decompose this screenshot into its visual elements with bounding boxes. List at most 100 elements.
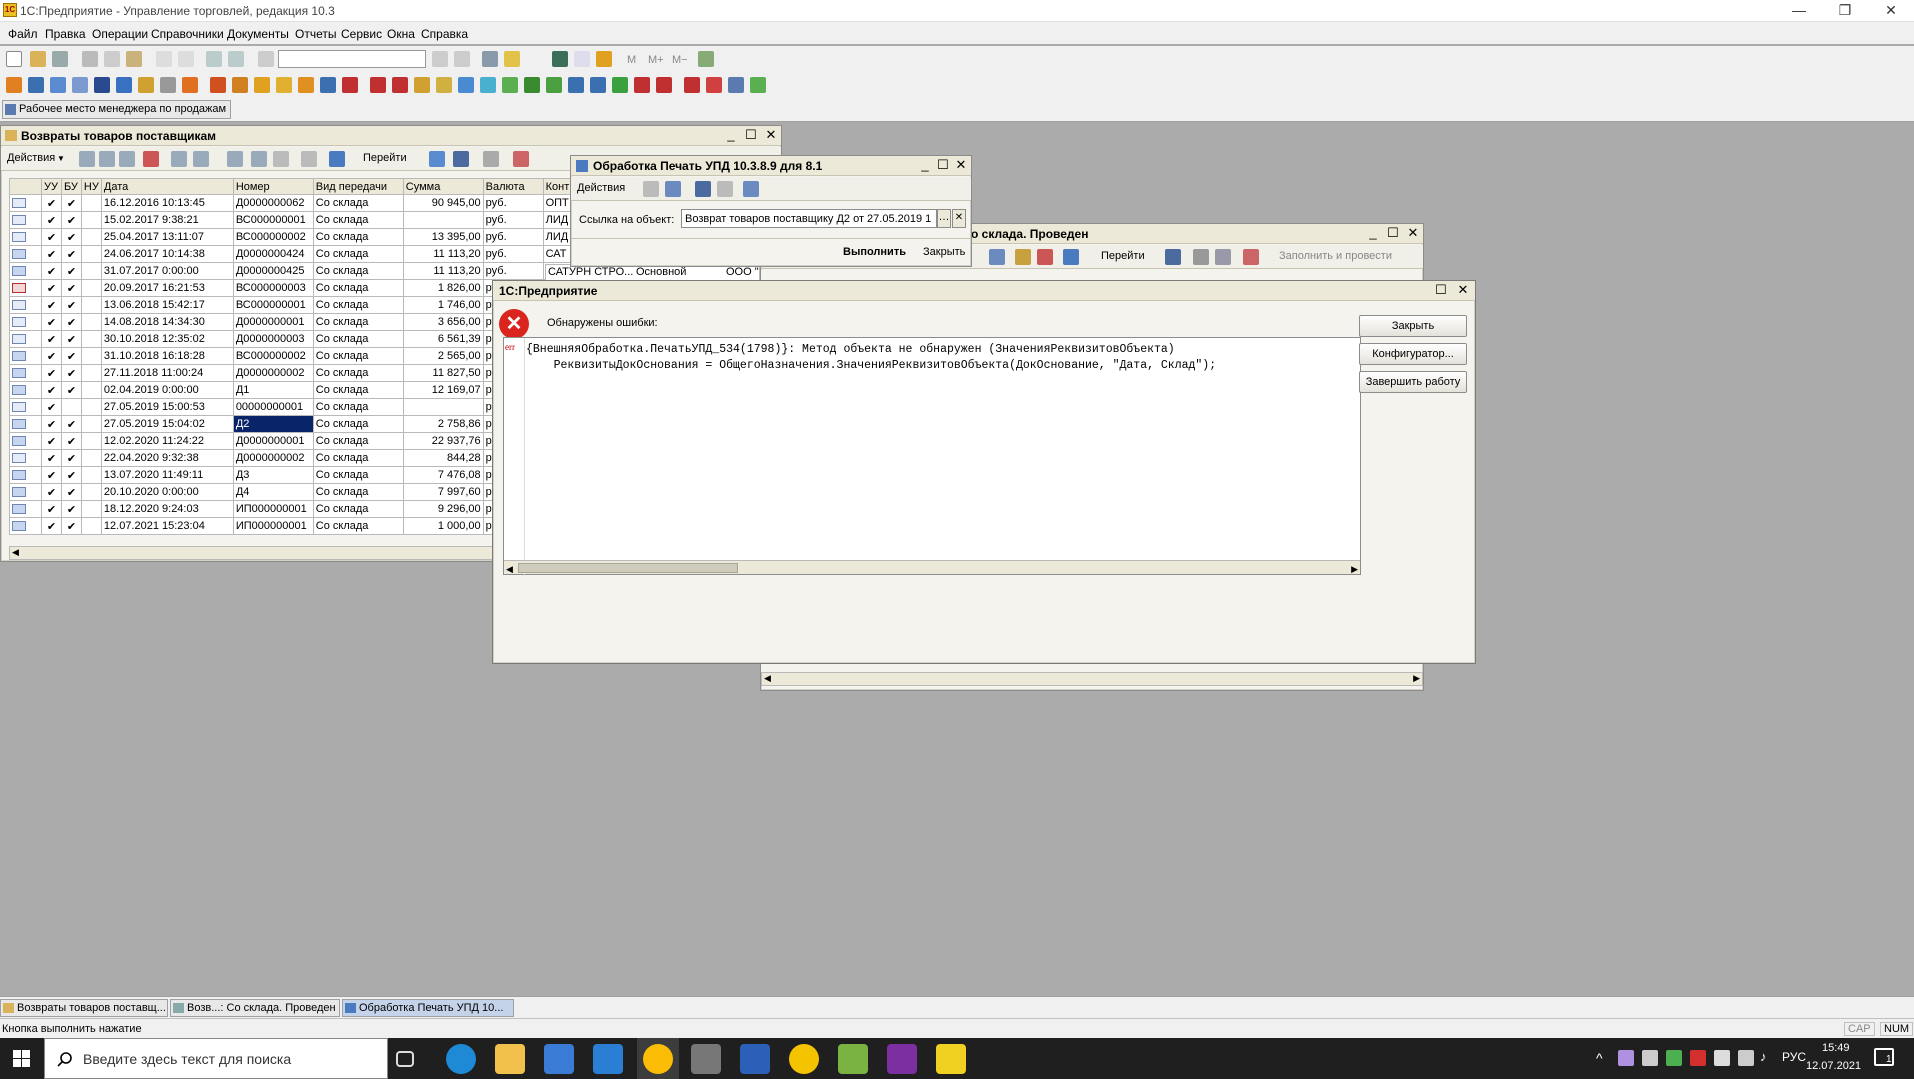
find-next-icon[interactable] — [432, 51, 448, 67]
doc-close-button[interactable]: ✕ — [1405, 226, 1421, 241]
restore-button[interactable]: ❐ — [1822, 0, 1868, 22]
based-on-icon[interactable] — [329, 151, 345, 167]
column-header[interactable]: Номер — [232, 178, 314, 195]
menu-service[interactable]: Сервис — [341, 27, 382, 41]
yellow-app-icon[interactable] — [936, 1044, 966, 1074]
error-maximize-button[interactable]: ☐ — [1433, 283, 1449, 298]
doc-print-icon[interactable] — [1243, 249, 1259, 265]
returns-maximize-button[interactable]: ☐ — [743, 128, 759, 143]
sort-clear-icon[interactable] — [301, 151, 317, 167]
find-icon[interactable] — [258, 51, 274, 67]
doc-tasks-icon[interactable] — [750, 77, 766, 93]
volume-icon[interactable]: ♪ — [1760, 1049, 1767, 1064]
catalog-contracts-icon[interactable] — [50, 77, 66, 93]
open-icon[interactable] — [30, 51, 46, 67]
link-object-field[interactable]: Возврат товаров поставщику Д2 от 27.05.2… — [681, 209, 937, 228]
tray-app-icon[interactable] — [1642, 1050, 1658, 1066]
word-icon[interactable] — [740, 1044, 770, 1074]
menu-operations[interactable]: Операции — [92, 27, 148, 41]
doc-sales-report-icon[interactable] — [634, 77, 650, 93]
filter-icon[interactable] — [193, 151, 209, 167]
tab-return-document[interactable]: Возв...: Со склада. Проведен — [170, 999, 340, 1017]
find-prev-icon[interactable] — [454, 51, 470, 67]
column-header[interactable] — [9, 178, 42, 195]
doc-invoice-icon[interactable] — [502, 77, 518, 93]
catalog-employees-icon[interactable] — [94, 77, 110, 93]
catalog-units-icon[interactable] — [160, 77, 176, 93]
copy-icon[interactable] — [104, 51, 120, 67]
doc-cash-out-icon[interactable] — [436, 77, 452, 93]
doc-help-icon[interactable] — [1165, 249, 1181, 265]
notifications-icon[interactable]: 1 — [1874, 1048, 1894, 1066]
menu-file[interactable]: Файл — [8, 27, 38, 41]
close-button[interactable]: ✕ — [1868, 0, 1914, 22]
menu-edit[interactable]: Правка — [45, 27, 86, 41]
error-details-text[interactable]: err {ВнешняяОбработка.ПечатьУПД_534(1798… — [503, 337, 1361, 576]
catalog-orgs-icon[interactable] — [138, 77, 154, 93]
doc-cash-in-icon[interactable] — [414, 77, 430, 93]
doc-assembly-icon[interactable] — [590, 77, 606, 93]
err-scroll-left-icon[interactable]: ◀ — [506, 561, 513, 577]
menu-reports[interactable]: Отчеты — [295, 27, 336, 41]
question-icon[interactable] — [453, 151, 469, 167]
upd-actions-menu[interactable]: Действия — [577, 182, 625, 194]
menu-windows[interactable]: Окна — [387, 27, 415, 41]
doc-unpost-icon[interactable] — [1037, 249, 1053, 265]
doc-post-icon[interactable] — [1015, 249, 1031, 265]
menu-documents[interactable]: Документы — [227, 27, 289, 41]
clear-button[interactable]: ✕ — [952, 209, 966, 228]
doc-inventory-icon[interactable] — [320, 77, 336, 93]
chrome-task[interactable] — [637, 1038, 679, 1079]
green-app-icon[interactable] — [838, 1044, 868, 1074]
start-button[interactable] — [0, 1038, 44, 1079]
catalog-partners-icon[interactable] — [28, 77, 44, 93]
print-icon[interactable] — [156, 51, 172, 67]
add-icon[interactable] — [79, 151, 95, 167]
memory-plus-button[interactable]: M+ — [648, 54, 664, 66]
doc-stock-report-icon[interactable] — [684, 77, 700, 93]
store-icon[interactable] — [544, 1044, 574, 1074]
column-header[interactable]: Дата — [100, 178, 234, 195]
finish-work-button[interactable]: Завершить работу — [1359, 371, 1467, 393]
refresh-icon[interactable] — [429, 151, 445, 167]
upd-close-action[interactable]: Закрыть — [923, 246, 965, 258]
doc-debt-report-icon[interactable] — [656, 77, 672, 93]
error-horizontal-scrollbar[interactable]: ◀ ▶ — [504, 560, 1360, 574]
tray-chevron-up-icon[interactable]: ^ — [1596, 1050, 1603, 1066]
filter-clear-icon[interactable] — [251, 151, 267, 167]
column-header[interactable]: БУ — [60, 178, 82, 195]
upd-close-button[interactable]: ✕ — [953, 158, 969, 173]
print-list-icon[interactable] — [483, 151, 499, 167]
help-icon[interactable] — [504, 51, 520, 67]
doc-price-set-icon[interactable] — [546, 77, 562, 93]
tray-user-icon[interactable] — [1666, 1050, 1682, 1066]
add-group-icon[interactable] — [99, 151, 115, 167]
mail-icon[interactable] — [593, 1044, 623, 1074]
run-button[interactable]: Выполнить — [843, 246, 906, 258]
upd-copy-icon[interactable] — [717, 181, 733, 197]
column-header[interactable]: Вид передачи — [312, 178, 404, 195]
column-header[interactable]: Сумма — [402, 178, 484, 195]
preview-icon[interactable] — [178, 51, 194, 67]
hierarchy-icon[interactable] — [171, 151, 187, 167]
doc-analysis-icon[interactable] — [728, 77, 744, 93]
upd-save-settings-icon[interactable] — [643, 181, 659, 197]
doc-goto-menu[interactable]: Перейти — [1101, 250, 1145, 262]
doc-minimize-button[interactable]: _ — [1365, 226, 1381, 241]
column-header[interactable]: Валюта — [482, 178, 544, 195]
calculator-app-icon[interactable] — [691, 1044, 721, 1074]
minimize-button[interactable]: — — [1776, 0, 1822, 22]
err-scroll-right-icon[interactable]: ▶ — [1351, 561, 1358, 577]
1c-app-icon[interactable] — [789, 1044, 819, 1074]
doc-receipt-icon[interactable] — [232, 77, 248, 93]
tab-upd-processing[interactable]: Обработка Печать УПД 10... — [342, 999, 514, 1017]
monitor-icon[interactable] — [1738, 1050, 1754, 1066]
taskbar-search-box[interactable]: Введите здесь текст для поиска — [44, 1038, 388, 1079]
save-icon[interactable] — [52, 51, 68, 67]
sales-manager-workplace-button[interactable]: Рабочее место менеджера по продажам — [2, 100, 232, 119]
doc-order-supplier-icon[interactable] — [210, 77, 226, 93]
memory-m-button[interactable]: M — [627, 54, 636, 66]
doc-bank-in-icon[interactable] — [458, 77, 474, 93]
column-header[interactable]: НУ — [80, 178, 102, 195]
tray-antivirus-icon[interactable] — [1690, 1050, 1706, 1066]
